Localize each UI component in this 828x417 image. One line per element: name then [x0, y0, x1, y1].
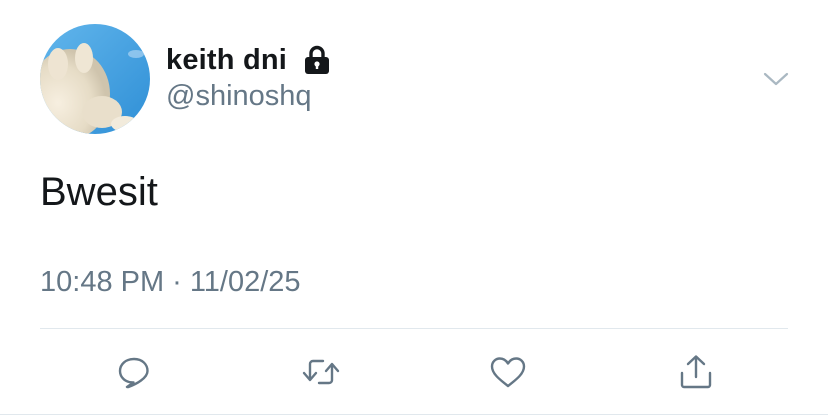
retweet-button[interactable] [301, 352, 341, 392]
tweet-time: 10:48 PM [40, 266, 165, 298]
share-button[interactable] [676, 352, 716, 392]
reply-button[interactable] [114, 352, 154, 392]
avatar-image [40, 24, 150, 134]
like-button[interactable] [488, 352, 528, 392]
retweet-icon [302, 359, 340, 385]
timestamp[interactable]: 10:48 PM · 11/02/25 [40, 266, 301, 299]
heart-icon [490, 357, 526, 388]
avatar[interactable] [40, 24, 150, 134]
lock-icon [303, 45, 331, 75]
user-handle[interactable]: @shinoshq [166, 80, 312, 113]
display-name-row: keith dni [166, 40, 331, 80]
display-name[interactable]: keith dni [166, 44, 287, 77]
share-icon [680, 355, 712, 389]
tweet-date: 11/02/25 [189, 266, 301, 298]
tweet-text: Bwesit [40, 170, 158, 214]
divider [40, 328, 788, 329]
reply-icon [118, 357, 149, 389]
bottom-divider [0, 414, 828, 415]
timestamp-separator: · [172, 266, 182, 298]
chevron-down-icon[interactable] [760, 66, 792, 90]
